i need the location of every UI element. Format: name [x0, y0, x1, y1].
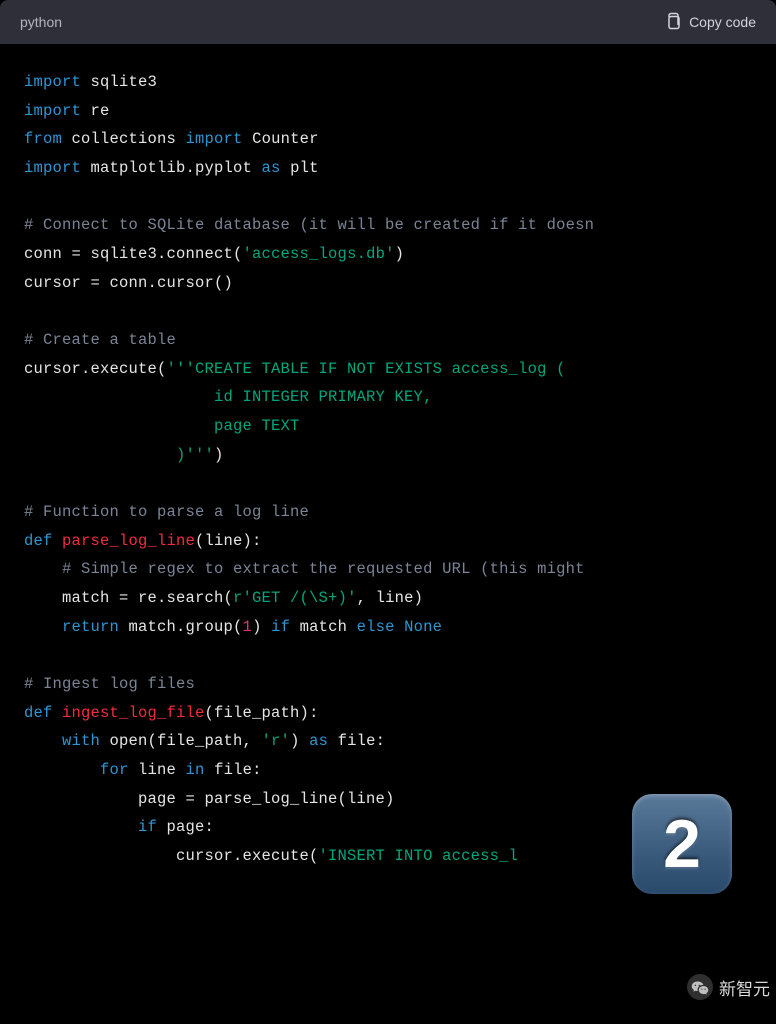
string: )''' [24, 446, 214, 464]
code-text: cursor.execute( [24, 847, 319, 865]
code-text: file: [328, 732, 385, 750]
language-label: python [20, 14, 62, 30]
code-text: page: [157, 818, 214, 836]
params: (file_path): [205, 704, 319, 722]
code-text: cursor = conn.cursor() [24, 274, 233, 292]
string: 'access_logs.db' [243, 245, 395, 263]
keyword: def [24, 532, 53, 550]
code-text: ) [290, 732, 309, 750]
module: sqlite3 [81, 73, 157, 91]
string: page TEXT [24, 417, 300, 435]
keyword: else [357, 618, 395, 636]
keyword: as [262, 159, 281, 177]
keyword: import [186, 130, 243, 148]
identifier: Counter [243, 130, 319, 148]
alias: plt [281, 159, 319, 177]
string: id INTEGER PRIMARY KEY, [24, 388, 433, 406]
watermark: 新智元 [687, 974, 770, 1000]
comment: # Create a table [24, 331, 176, 349]
keyword: if [24, 818, 157, 836]
string: r'GET /(\S+)' [233, 589, 357, 607]
keyword: if [271, 618, 290, 636]
keyword: def [24, 704, 53, 722]
badge-number: 2 [663, 805, 701, 883]
function-name: parse_log_line [53, 532, 196, 550]
code-header: python Copy code [0, 0, 776, 44]
keyword: return [24, 618, 119, 636]
wechat-icon [687, 974, 713, 1000]
code-text: match.group( [119, 618, 243, 636]
keyword: import [24, 73, 81, 91]
params: (line): [195, 532, 262, 550]
punct: ) [214, 446, 224, 464]
code-text: ) [252, 618, 271, 636]
function-name: ingest_log_file [53, 704, 205, 722]
module: re [81, 102, 110, 120]
string: 'r' [262, 732, 291, 750]
code-text: conn = sqlite3.connect( [24, 245, 243, 263]
keyword: as [309, 732, 328, 750]
clipboard-icon [665, 12, 681, 33]
comment: # Function to parse a log line [24, 503, 309, 521]
keyword: in [186, 761, 205, 779]
keyword: import [24, 102, 81, 120]
identifier: None [395, 618, 443, 636]
code-text: match [290, 618, 357, 636]
string: '''CREATE TABLE IF NOT EXISTS access_log… [167, 360, 566, 378]
module: matplotlib.pyplot [81, 159, 262, 177]
code-text: match = re.search( [24, 589, 233, 607]
watermark-text: 新智元 [719, 975, 770, 1000]
keyword: for [24, 761, 129, 779]
copy-label: Copy code [689, 14, 756, 30]
code-text: page = parse_log_line(line) [24, 790, 395, 808]
comment: # Ingest log files [24, 675, 195, 693]
code-text: line [129, 761, 186, 779]
string: 'INSERT INTO access_l [319, 847, 519, 865]
code-text: cursor.execute( [24, 360, 167, 378]
module: collections [62, 130, 186, 148]
code-text: open(file_path, [100, 732, 262, 750]
number-badge: 2 [632, 794, 732, 894]
punct: ) [395, 245, 405, 263]
comment: # Connect to SQLite database (it will be… [24, 216, 594, 234]
code-text: , line) [357, 589, 424, 607]
comment: # Simple regex to extract the requested … [24, 560, 594, 578]
keyword: from [24, 130, 62, 148]
copy-code-button[interactable]: Copy code [665, 12, 756, 33]
number: 1 [243, 618, 253, 636]
keyword: with [24, 732, 100, 750]
code-text: file: [205, 761, 262, 779]
keyword: import [24, 159, 81, 177]
